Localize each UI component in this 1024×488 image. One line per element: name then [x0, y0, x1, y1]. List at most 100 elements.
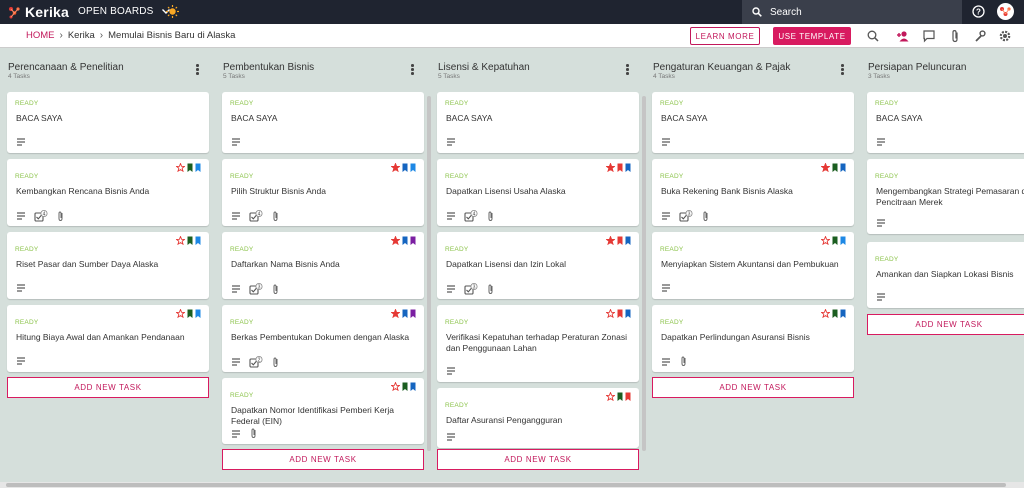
task-card[interactable]: READY Riset Pasar dan Sumber Daya Alaska: [7, 232, 209, 299]
star-icon[interactable]: [821, 163, 830, 172]
task-card[interactable]: READY Menyiapkan Sistem Akuntansi dan Pem…: [652, 232, 854, 299]
bookmark-icon: [187, 309, 193, 318]
more-vert-icon[interactable]: [626, 64, 630, 76]
star-icon[interactable]: [391, 163, 400, 172]
task-title: BACA SAYA: [446, 113, 493, 123]
attachment-icon[interactable]: [948, 29, 962, 43]
star-icon[interactable]: [176, 236, 185, 245]
description-icon: [662, 138, 670, 146]
task-title: Dapatkan Nomor Identifikasi Pemberi Kerj…: [231, 405, 394, 426]
star-icon[interactable]: [176, 309, 185, 318]
task-status: READY: [660, 246, 684, 253]
task-card[interactable]: READY Amankan dan Siapkan Lokasi Bisnis: [867, 242, 1024, 308]
bookmark-icon: [410, 309, 416, 318]
task-card[interactable]: READY Dapatkan Lisensi Usaha Alaska 4: [437, 159, 639, 226]
bookmark-icon: [402, 163, 408, 172]
bookmark-icon: [840, 309, 846, 318]
task-card[interactable]: READY BACA SAYA: [7, 92, 209, 153]
task-status: READY: [15, 319, 39, 326]
more-vert-icon[interactable]: [411, 64, 415, 76]
bookmark-icon: [617, 392, 623, 401]
add-new-task-button[interactable]: ADD NEW TASK: [437, 449, 639, 470]
kerika-logo[interactable]: Kerika: [8, 3, 69, 21]
star-icon[interactable]: [176, 163, 185, 172]
avatar-icon: [1000, 7, 1011, 16]
use-template-button[interactable]: USE TEMPLATE: [773, 27, 851, 45]
kerika-logo-icon: [9, 6, 20, 18]
star-icon[interactable]: [606, 309, 615, 318]
task-card[interactable]: READY Mengembangkan Strategi Pemasaran da…: [867, 159, 1024, 234]
description-icon: [447, 212, 455, 220]
svg-text:4: 4: [473, 211, 476, 217]
task-card[interactable]: READY BACA SAYA: [437, 92, 639, 153]
task-card[interactable]: READY BACA SAYA: [652, 92, 854, 153]
task-count: 5 Tasks: [438, 73, 460, 80]
checklist-icon: 3: [249, 283, 263, 295]
task-card[interactable]: READY Daftar Asuransi Pengangguran: [437, 388, 639, 448]
add-new-task-button[interactable]: ADD NEW TASK: [7, 377, 209, 398]
checklist-icon: 4: [249, 210, 263, 222]
description-icon: [447, 433, 455, 441]
task-status: READY: [15, 246, 39, 253]
task-status: READY: [445, 173, 469, 180]
top-bar: Kerika OPEN BOARDS Search ?: [0, 0, 1024, 24]
attachment-icon: [703, 210, 708, 221]
attachment-icon: [488, 283, 493, 294]
task-card[interactable]: READY Hitung Biaya Awal dan Amankan Penda…: [7, 305, 209, 372]
task-card[interactable]: READY Berkas Pembentukan Dokumen dengan A…: [222, 305, 424, 372]
svg-text:3: 3: [473, 284, 476, 290]
horizontal-scrollbar[interactable]: [0, 482, 1024, 488]
add-person-icon[interactable]: [896, 29, 910, 43]
task-status: READY: [875, 100, 899, 107]
task-status: READY: [445, 100, 469, 107]
star-icon[interactable]: [606, 236, 615, 245]
task-markers: [174, 163, 201, 172]
star-icon[interactable]: [391, 382, 400, 391]
task-card[interactable]: READY Verifikasi Kepatuhan terhadap Perat…: [437, 305, 639, 382]
open-boards-label: OPEN BOARDS: [78, 6, 154, 17]
add-new-task-button[interactable]: ADD NEW TASK: [867, 314, 1024, 335]
task-card[interactable]: READY Dapatkan Lisensi dan Izin Lokal 3: [437, 232, 639, 299]
sun-icon[interactable]: [166, 5, 179, 18]
task-icons: 4: [231, 210, 288, 222]
task-card[interactable]: READY BACA SAYA: [867, 92, 1024, 153]
breadcrumb-home[interactable]: HOME: [26, 30, 55, 41]
column-title: Pengaturan Keuangan & Pajak: [653, 62, 791, 73]
bookmark-icon: [195, 309, 201, 318]
breadcrumb-org[interactable]: Kerika: [68, 30, 95, 41]
wrench-icon[interactable]: [973, 29, 987, 43]
task-card[interactable]: READY Dapatkan Perlindungan Asuransi Bisn…: [652, 305, 854, 372]
more-vert-icon[interactable]: [841, 64, 845, 76]
task-card[interactable]: READY Daftarkan Nama Bisnis Anda 3: [222, 232, 424, 299]
svg-text:?: ?: [976, 7, 981, 16]
task-card[interactable]: READY BACA SAYA: [222, 92, 424, 153]
add-new-task-button[interactable]: ADD NEW TASK: [652, 377, 854, 398]
gear-icon[interactable]: [998, 29, 1012, 43]
add-new-task-button[interactable]: ADD NEW TASK: [222, 449, 424, 470]
task-status: READY: [15, 173, 39, 180]
star-icon[interactable]: [821, 236, 830, 245]
open-boards-menu[interactable]: OPEN BOARDS: [78, 6, 170, 17]
chat-icon[interactable]: [922, 29, 936, 43]
more-vert-icon[interactable]: [196, 64, 200, 76]
learn-more-button[interactable]: LEARN MORE: [690, 27, 760, 45]
scrollbar-thumb[interactable]: [6, 483, 1006, 487]
description-icon: [447, 138, 455, 146]
star-icon[interactable]: [606, 163, 615, 172]
task-card[interactable]: READY Pilih Struktur Bisnis Anda 4: [222, 159, 424, 226]
task-card[interactable]: READY Buka Rekening Bank Bisnis Alaska 3: [652, 159, 854, 226]
help-icon[interactable]: ?: [972, 5, 985, 18]
star-icon[interactable]: [821, 309, 830, 318]
user-avatar[interactable]: [997, 3, 1014, 20]
star-icon[interactable]: [606, 392, 615, 401]
star-icon[interactable]: [391, 309, 400, 318]
app-name: Kerika: [25, 4, 70, 20]
description-icon: [17, 284, 25, 292]
task-icons: [661, 283, 679, 293]
task-icons: [446, 432, 464, 442]
star-icon[interactable]: [391, 236, 400, 245]
task-card[interactable]: READY Kembangkan Rencana Bisnis Anda 4: [7, 159, 209, 226]
search-box[interactable]: Search: [742, 0, 962, 24]
task-card[interactable]: READY Dapatkan Nomor Identifikasi Pemberi…: [222, 378, 424, 444]
search-icon[interactable]: [866, 29, 880, 43]
